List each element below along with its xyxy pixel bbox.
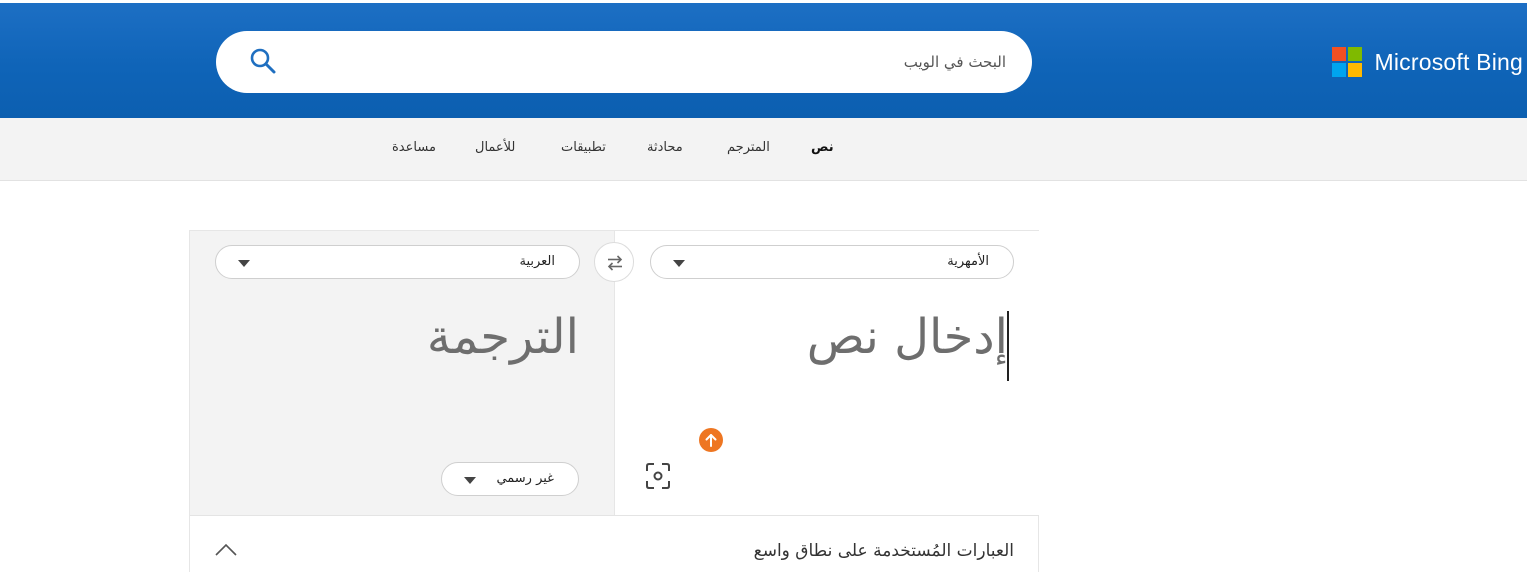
logo-square-red [1332,47,1347,61]
chevron-up-icon[interactable] [214,543,238,557]
source-text-input[interactable]: إدخال نص [807,309,1008,365]
logo-square-green [1348,47,1363,61]
tab-text[interactable]: نص [811,140,834,155]
bing-logo[interactable]: Microsoft Bing [1332,47,1523,77]
target-language-label: العربية [519,254,555,269]
target-language-select[interactable]: العربية [215,245,580,279]
input-pane[interactable]: الأمهرية إدخال نص [614,231,1039,515]
search-input[interactable] [306,50,1006,74]
tone-label: غير رسمي [496,471,554,486]
microsoft-logo-icon [1332,47,1363,77]
tab-business[interactable]: للأعمال [475,140,515,155]
camera-scan-icon[interactable] [645,462,671,490]
header-bar: Microsoft Bing [0,0,1527,118]
logo-square-yellow [1348,63,1363,77]
logo-square-blue [1332,63,1347,77]
tone-select[interactable]: غير رسمي [441,462,579,496]
section-divider [190,515,1039,516]
chevron-down-icon [673,260,685,267]
tab-translator[interactable]: المترجم [727,140,770,155]
source-language-select[interactable]: الأمهرية [650,245,1014,279]
sub-navigation: نص المترجم محادثة تطبيقات للأعمال مساعدة [0,118,1527,181]
upload-badge[interactable] [699,428,723,452]
output-pane: العربية الترجمة غير رسمي [190,231,614,515]
translator-card: العربية الترجمة غير رسمي الأمهرية إدخال … [189,230,1039,572]
tab-conversation[interactable]: محادثة [647,140,683,155]
tab-help[interactable]: مساعدة [392,140,436,155]
search-box[interactable] [216,31,1032,93]
tab-apps[interactable]: تطبيقات [561,140,606,155]
swap-arrows-icon [607,255,623,271]
brand-name: Microsoft Bing [1374,48,1523,75]
source-language-label: الأمهرية [947,254,989,269]
swap-languages-button[interactable] [594,242,634,282]
text-cursor [1007,311,1009,381]
chevron-down-icon [464,477,476,484]
phrases-section-title: العبارات المُستخدمة على نطاق واسع [753,541,1014,561]
upload-arrow-icon [705,434,717,447]
search-icon[interactable] [248,46,278,76]
output-placeholder: الترجمة [426,309,579,365]
chevron-down-icon [238,260,250,267]
